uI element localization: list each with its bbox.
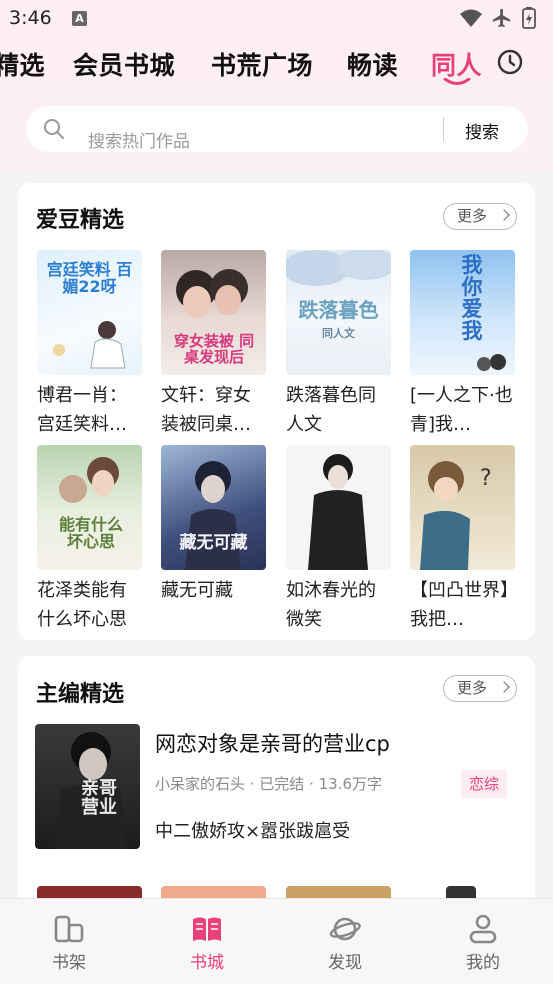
cover-title-art: 亲哥营业	[81, 778, 117, 818]
featured-book-title[interactable]: 网恋对象是亲哥的营业cp	[155, 728, 390, 758]
nav-profile[interactable]: 我的	[414, 899, 552, 984]
genre-tag[interactable]: 恋综	[461, 770, 507, 798]
cover-title-art: 藏无可藏	[179, 533, 248, 553]
character-art: ?	[420, 461, 492, 570]
featured-book-cover[interactable]: 亲哥营业	[35, 724, 140, 849]
status-bar: 3:46 A	[0, 0, 553, 38]
svg-text:?: ?	[480, 466, 492, 491]
airplane-icon	[492, 8, 511, 28]
book-title: 花泽类能有什么坏心思	[37, 580, 127, 630]
bottom-navigation: 书架 书城 发现 我的	[0, 898, 553, 984]
chevron-right-icon	[498, 209, 510, 221]
more-label: 更多	[457, 207, 488, 225]
wifi-icon	[460, 9, 482, 27]
book-title: 【凹凸世界】我把…	[410, 580, 509, 630]
person-icon	[469, 914, 497, 944]
battery-icon	[522, 7, 536, 29]
history-icon[interactable]	[496, 48, 524, 76]
search-button[interactable]: 搜索	[465, 118, 499, 143]
search-icon	[44, 119, 64, 139]
book-title: [一人之下·也青]我…	[410, 385, 513, 435]
nav-label: 发现	[328, 953, 362, 973]
book-cover: 藏无可藏	[161, 445, 266, 570]
open-book-icon	[193, 917, 221, 941]
featured-book-meta: 小呆家的石头 · 已完结 · 13.6万字	[155, 775, 383, 793]
notification-icon: A	[72, 11, 87, 26]
section-title: 主编精选	[36, 682, 125, 707]
search-bar[interactable]: 搜索热门作品 搜索	[26, 106, 528, 152]
tab-book-plaza[interactable]: 书荒广场	[211, 46, 313, 82]
book-title: 博君一肖：宫廷笑料…	[37, 385, 127, 435]
book-item[interactable]: ? 【凹凸世界】我把…	[410, 445, 515, 634]
character-art	[308, 454, 368, 570]
more-button[interactable]: 更多	[443, 675, 517, 702]
character-art	[53, 321, 126, 369]
planet-icon	[329, 917, 361, 941]
nav-label: 书城	[190, 953, 224, 973]
book-item[interactable]: 跌落暮色 同人文 跌落暮色同人文	[286, 250, 391, 439]
cover-subtitle: 同人文	[322, 327, 355, 340]
character-art	[59, 457, 119, 503]
featured-book-description: 中二傲娇攻×嚣张跋扈受	[155, 821, 351, 842]
nav-label: 书架	[52, 953, 86, 973]
book-item[interactable]: 我 你 爱 我 [一人之下·也青]我…	[410, 250, 515, 439]
nav-bookshelf[interactable]: 书架	[0, 899, 138, 984]
book-item[interactable]: 藏无可藏 藏无可藏	[161, 445, 266, 634]
bookshelf-icon	[54, 915, 84, 943]
nav-bookstore[interactable]: 书城	[138, 899, 276, 984]
nav-label: 我的	[466, 953, 500, 973]
active-tab-indicator	[443, 78, 471, 85]
book-title: 如沐春光的微笑	[286, 580, 376, 630]
cover-title-art: 跌落暮色	[298, 298, 379, 322]
book-item[interactable]: 宫廷笑料 百媚22呀 博君一肖：宫廷笑料…	[37, 250, 142, 439]
book-cover: ?	[410, 445, 515, 570]
book-title: 跌落暮色同人文	[286, 385, 376, 435]
status-time: 3:46	[9, 7, 52, 29]
book-cover: 我 你 爱 我	[410, 250, 515, 375]
book-cover: 能有什么 坏心思	[37, 445, 142, 570]
status-icons	[459, 7, 539, 29]
book-title: 藏无可藏	[161, 580, 233, 601]
section-title: 爱豆精选	[36, 208, 125, 233]
nav-discover[interactable]: 发现	[276, 899, 414, 984]
more-button[interactable]: 更多	[443, 203, 517, 230]
search-input[interactable]: 搜索热门作品	[88, 127, 190, 152]
cover-title-art: 能有什么 坏心思	[58, 515, 123, 551]
cover-title-art: 穿女装被 同桌发现后	[173, 332, 255, 366]
tab-member-store[interactable]: 会员书城	[73, 46, 175, 82]
category-tabs: 精选 会员书城 书荒广场 畅读 同人	[0, 38, 553, 90]
book-cover: 穿女装被 同桌发现后	[161, 250, 266, 375]
tab-selected[interactable]: 精选	[0, 46, 45, 82]
book-title: 文轩：穿女装被同桌…	[161, 385, 251, 435]
book-cover: 跌落暮色 同人文	[286, 250, 391, 375]
book-cover: 宫廷笑料 百媚22呀	[37, 250, 142, 375]
more-label: 更多	[457, 679, 488, 697]
book-item[interactable]: 能有什么 坏心思 花泽类能有什么坏心思	[37, 445, 142, 634]
tab-free-read[interactable]: 畅读	[347, 46, 398, 82]
tab-fanfic[interactable]: 同人	[431, 46, 482, 82]
search-divider	[443, 117, 444, 141]
chevron-right-icon	[498, 681, 510, 693]
book-item[interactable]: 如沐春光的微笑	[286, 445, 391, 634]
character-art	[477, 354, 506, 371]
book-cover	[286, 445, 391, 570]
book-item[interactable]: 穿女装被 同桌发现后 文轩：穿女装被同桌…	[161, 250, 266, 439]
idol-picks-section: 爱豆精选 更多 宫廷笑料 百媚22呀 博君一肖：宫廷笑料… 穿女装被 同桌发现后	[18, 183, 535, 640]
